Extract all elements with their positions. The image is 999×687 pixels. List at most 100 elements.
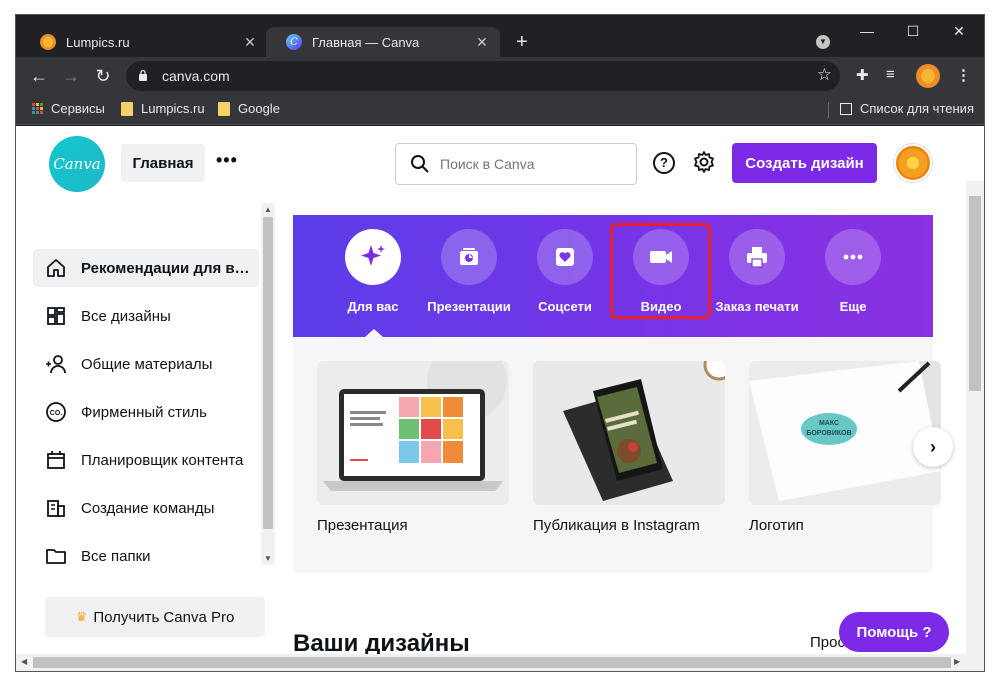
tab-search-icon[interactable]: ▼	[816, 35, 830, 49]
category-social[interactable]: Соцсети	[517, 229, 613, 314]
sidebar-item-shared[interactable]: Общие материалы	[33, 345, 259, 383]
canva-favicon: C	[286, 34, 302, 50]
sidebar-item-all-designs[interactable]: Все дизайны	[33, 297, 259, 335]
printer-icon	[729, 229, 785, 285]
lock-icon	[139, 69, 147, 81]
category-print[interactable]: Заказ печати	[709, 229, 805, 314]
address-bar[interactable]: canva.com ☆	[126, 61, 840, 91]
presentation-thumbnail	[317, 361, 509, 505]
template-label: Публикация в Instagram	[533, 517, 700, 534]
bookmark-lumpics[interactable]: Lumpics.ru	[121, 101, 205, 116]
presentation-icon	[441, 229, 497, 285]
sidebar-item-label: Все дизайны	[81, 307, 171, 325]
help-icon[interactable]: ?	[653, 152, 675, 174]
scrollbar-thumb[interactable]	[969, 196, 981, 391]
window-close-icon[interactable]: ✕	[936, 23, 982, 40]
carousel-next-button[interactable]: ›	[913, 427, 953, 467]
scroll-down-icon[interactable]: ▼	[264, 554, 272, 563]
sidebar-item-brand[interactable]: CO. Фирменный стиль	[33, 393, 259, 431]
template-card[interactable]: Публикация в Instagram	[533, 361, 725, 534]
extensions-icon[interactable]: ✚	[856, 66, 869, 84]
close-icon[interactable]: ✕	[474, 34, 490, 51]
search-box[interactable]	[395, 143, 637, 185]
sidebar-item-label: Рекомендации для вас	[81, 259, 251, 277]
bookmark-label: Google	[238, 101, 280, 116]
search-icon	[411, 155, 429, 173]
more-dots-icon	[825, 229, 881, 285]
home-button[interactable]: Главная	[121, 144, 205, 182]
scroll-up-icon[interactable]: ▲	[264, 205, 272, 214]
tab-title: Lumpics.ru	[66, 34, 130, 50]
category-label: Для вас	[347, 299, 399, 314]
media-control-icon[interactable]: ≡	[886, 66, 895, 83]
forward-arrow-icon[interactable]: →	[59, 65, 83, 87]
url-text: canva.com	[162, 68, 230, 84]
sparkle-icon	[345, 229, 401, 285]
svg-text:МАКС: МАКС	[819, 420, 839, 427]
bookmark-label: Сервисы	[51, 101, 105, 116]
bookmark-label: Lumpics.ru	[141, 101, 205, 116]
horizontal-scrollbar[interactable]: ◀ ▶	[16, 654, 984, 671]
scrollbar-thumb[interactable]	[263, 217, 273, 529]
sidebar-item-team[interactable]: Создание команды	[33, 489, 259, 527]
reload-icon[interactable]: ↻	[91, 65, 115, 87]
canva-header: Canva Главная ••• ? Создать дизайн	[16, 126, 966, 201]
folder-icon	[121, 101, 133, 116]
back-arrow-icon[interactable]: ←	[27, 65, 51, 87]
scroll-right-icon[interactable]: ▶	[954, 657, 960, 666]
category-more[interactable]: Еще	[805, 229, 901, 314]
create-design-button[interactable]: Создать дизайн	[732, 143, 877, 183]
canva-logo[interactable]: Canva	[49, 136, 105, 192]
orange-slice-favicon	[40, 34, 56, 50]
reading-list[interactable]: Список для чтения	[840, 101, 974, 116]
template-card[interactable]: Презентация	[317, 361, 509, 534]
folder-icon	[218, 101, 230, 116]
minimize-icon[interactable]: —	[844, 23, 890, 39]
tab-canva[interactable]: C Главная — Canva ✕	[266, 27, 500, 57]
grid-icon	[47, 307, 65, 325]
close-icon[interactable]: ✕	[242, 34, 258, 51]
svg-text:БОРОВИКОВ: БОРОВИКОВ	[806, 430, 851, 437]
category-presentations[interactable]: Презентации	[421, 229, 517, 314]
category-label: Еще	[839, 299, 867, 314]
brand-icon: CO.	[46, 402, 66, 422]
page-scrollbar[interactable]	[966, 181, 984, 671]
sidebar-item-folders[interactable]: Все папки	[33, 537, 259, 575]
sidebar-scrollbar[interactable]: ▲ ▼	[261, 203, 275, 565]
search-input[interactable]	[440, 152, 630, 176]
sidebar-item-planner[interactable]: Планировщик контента	[33, 441, 259, 479]
selected-caret	[365, 329, 383, 337]
people-icon	[46, 355, 66, 374]
user-avatar[interactable]	[894, 144, 932, 182]
sidebar: Рекомендации для вас Все дизайны Общие м…	[16, 201, 278, 671]
help-button[interactable]: Помощь ?	[839, 612, 949, 652]
bookmark-apps[interactable]: Сервисы	[32, 101, 105, 116]
tab-lumpics[interactable]: Lumpics.ru ✕	[20, 27, 268, 57]
bookmark-star-icon[interactable]: ☆	[817, 65, 832, 85]
folder-icon	[46, 549, 66, 564]
bookmarks-bar: Сервисы Lumpics.ru Google Список для чте…	[16, 95, 984, 125]
gear-icon[interactable]	[692, 150, 716, 174]
category-for-you[interactable]: Для вас	[325, 229, 421, 314]
scroll-left-icon[interactable]: ◀	[21, 657, 27, 666]
sidebar-item-recommendations[interactable]: Рекомендации для вас	[33, 249, 259, 287]
crown-icon: ♛	[75, 609, 88, 624]
building-icon	[47, 500, 65, 517]
category-banner: Для вас Презентации Соцсети Видео Заказ …	[293, 215, 933, 337]
highlight-box	[610, 223, 711, 319]
bookmark-google[interactable]: Google	[218, 101, 280, 116]
category-label: Заказ печати	[715, 299, 799, 314]
maximize-icon[interactable]: ☐	[890, 23, 936, 40]
template-carousel: Презентация Публикация в Instagram МАКС …	[293, 337, 953, 573]
reading-list-icon	[840, 102, 852, 115]
sidebar-item-label: Планировщик контента	[81, 451, 244, 469]
new-tab-button[interactable]: +	[516, 31, 528, 54]
logo-thumbnail: МАКС БОРОВИКОВ	[749, 361, 941, 505]
menu-dots-icon[interactable]: ⋮	[956, 66, 971, 84]
get-canva-pro-button[interactable]: ♛ Получить Canva Pro	[45, 597, 265, 637]
more-dots-icon[interactable]: •••	[216, 150, 238, 171]
profile-avatar[interactable]	[916, 64, 940, 88]
category-label: Презентации	[427, 299, 511, 314]
scrollbar-thumb[interactable]	[33, 657, 951, 668]
reading-list-label: Список для чтения	[860, 101, 974, 116]
